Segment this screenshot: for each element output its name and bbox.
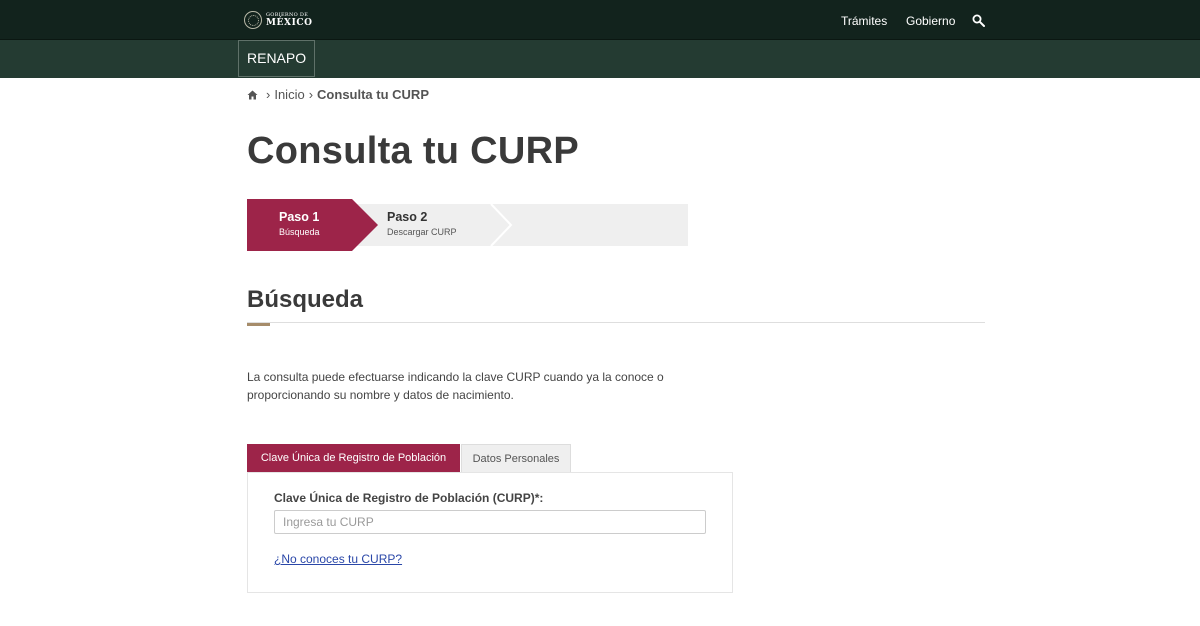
curp-field-label: Clave Única de Registro de Población (CU… [274,491,544,505]
page-title: Consulta tu CURP [247,130,580,172]
step-1-shape [247,199,378,251]
step-2-title: Paso 2 [387,210,428,224]
logo-text: GOBIERNO DE MÉXICO [266,11,313,28]
step-shapes [247,199,688,251]
tab-curp[interactable]: Clave Única de Registro de Población [247,444,460,472]
logo-line-1: GOBIERNO DE [266,11,309,18]
no-conoces-curp-link[interactable]: ¿No conoces tu CURP? [274,552,402,566]
curp-input[interactable] [274,510,706,534]
step-1-subtitle: Búsqueda [279,227,320,237]
renapo-link[interactable]: RENAPO [238,40,316,77]
section-accent-bar [247,323,270,326]
nav-link-gobierno[interactable]: Gobierno [906,14,955,28]
breadcrumb: › Inicio › Consulta tu CURP [247,87,429,102]
search-icon[interactable] [972,14,985,27]
step-1-title: Paso 1 [279,210,320,224]
breadcrumb-current: Consulta tu CURP [317,87,429,102]
seal-icon [244,11,262,29]
step-indicator: Paso 1 Búsqueda Paso 2 Descargar CURP [247,199,688,251]
breadcrumb-separator: › [308,87,314,102]
sub-navbar [0,40,1200,78]
intro-text: La consulta puede efectuarse indicando l… [247,370,664,402]
breadcrumb-separator: › [266,87,271,102]
curp-form-panel: Clave Única de Registro de Población (CU… [247,472,733,593]
section-title: Búsqueda [247,286,364,313]
logo-line-2: MÉXICO [266,17,313,28]
gobierno-logo[interactable]: GOBIERNO DE MÉXICO [244,10,313,30]
home-icon[interactable] [247,90,258,100]
top-navbar: GOBIERNO DE MÉXICO Trámites Gobierno [0,0,1200,40]
step-3-shape [485,204,688,246]
step-2-subtitle: Descargar CURP [387,227,457,237]
search-tabs: Clave Única de Registro de Población Dat… [247,444,571,472]
nav-link-tramites[interactable]: Trámites [841,14,887,28]
section-divider [247,322,985,323]
breadcrumb-inicio[interactable]: Inicio [274,87,304,102]
tab-datos-personales[interactable]: Datos Personales [461,444,571,472]
